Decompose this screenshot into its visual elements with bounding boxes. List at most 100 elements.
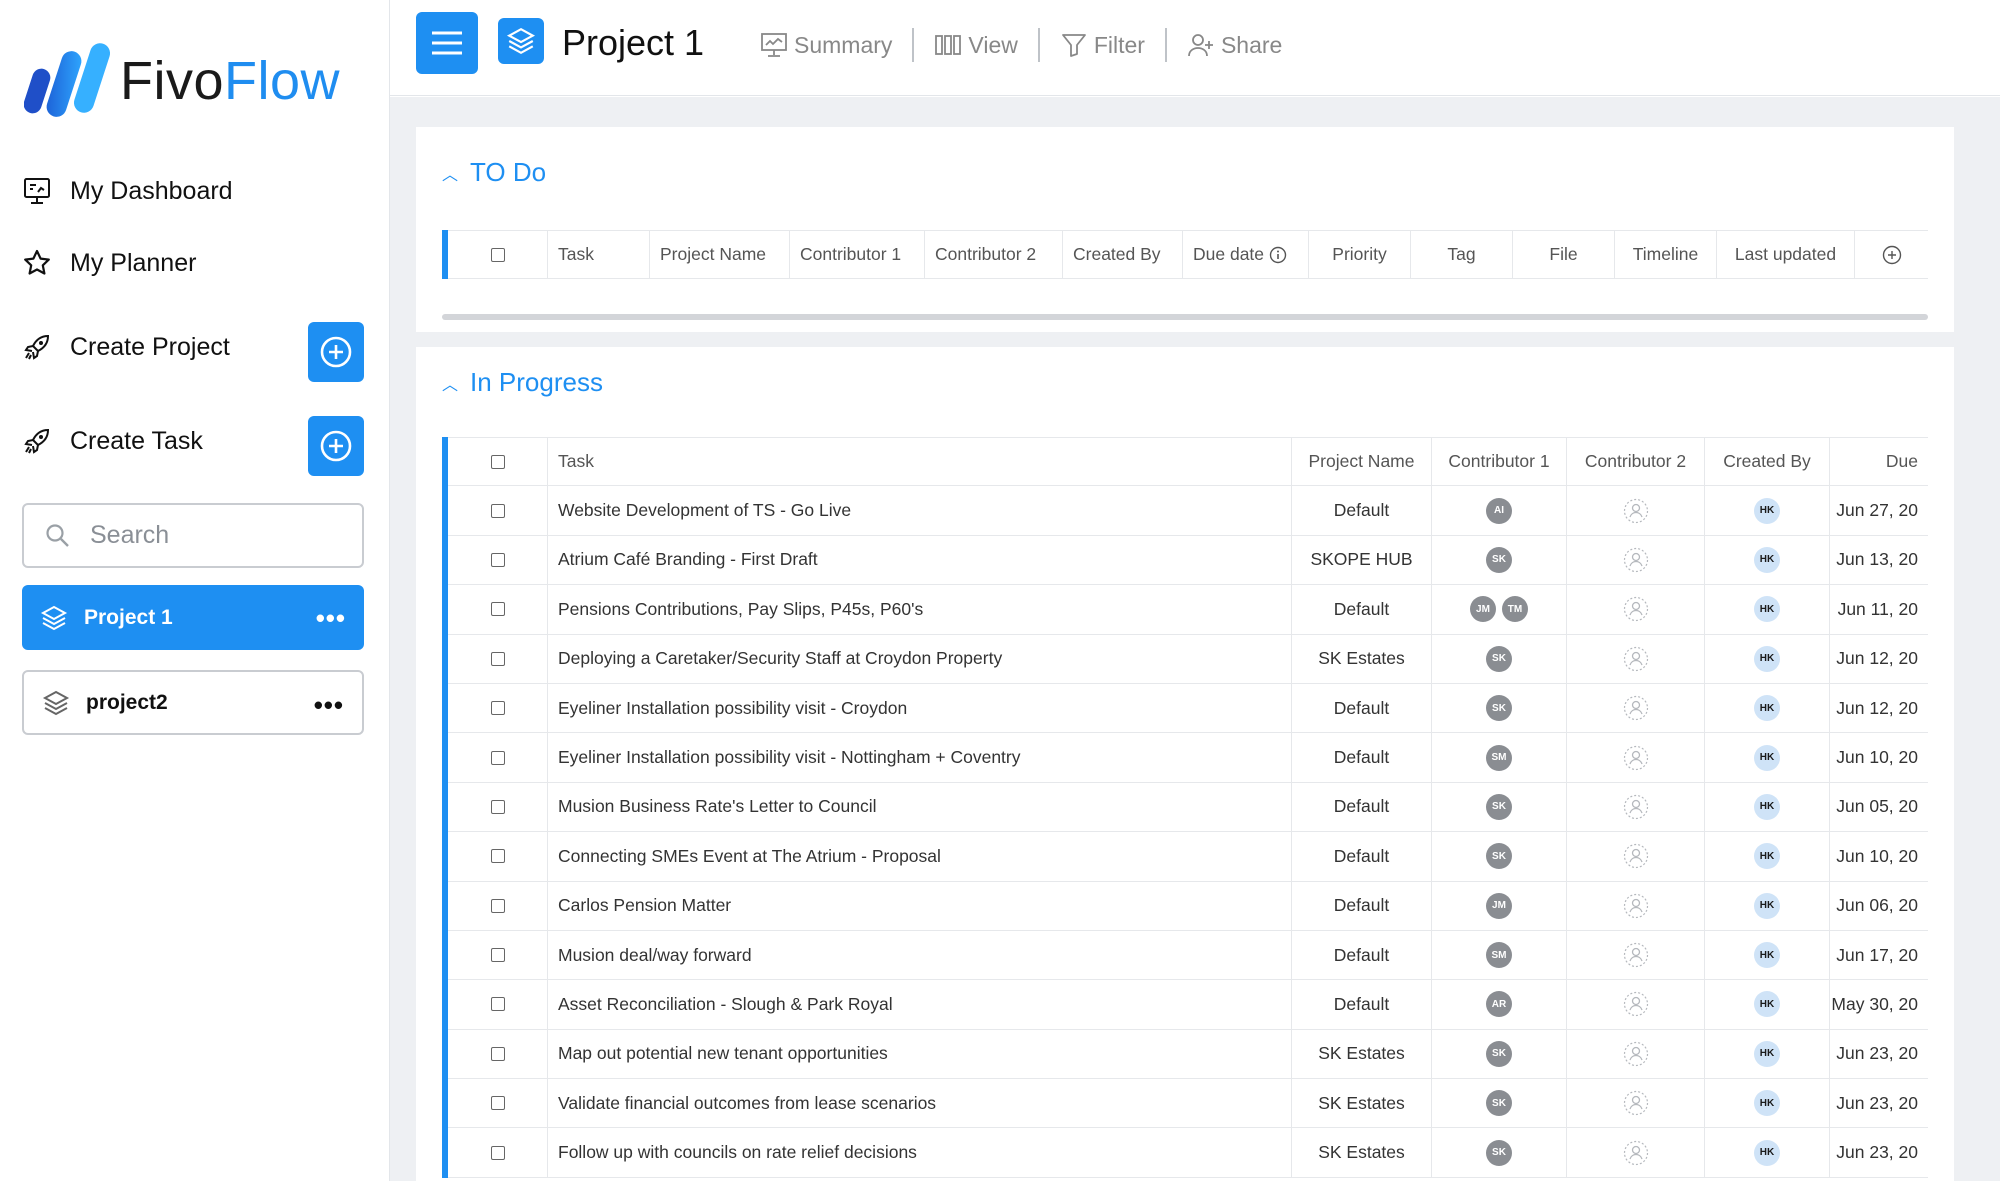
row-checkbox[interactable] bbox=[490, 799, 505, 814]
contributor-2-cell[interactable] bbox=[1567, 832, 1705, 881]
contributor-1-cell[interactable]: AI bbox=[1432, 486, 1567, 535]
contributor-avatar[interactable]: AI bbox=[1486, 497, 1512, 524]
due-date-cell[interactable]: Jun 23, 20 bbox=[1830, 1128, 1928, 1176]
table-row[interactable]: Carlos Pension Matter Default JM HK Jun 06, … bbox=[448, 881, 1928, 931]
table-row[interactable]: Eyeliner Installation possibility visit … bbox=[448, 733, 1928, 783]
summary-button[interactable]: Summary bbox=[740, 28, 915, 62]
more-options-icon[interactable]: ••• bbox=[314, 690, 344, 721]
task-name-cell[interactable]: Eyeliner Installation possibility visit … bbox=[548, 733, 1292, 782]
table-row[interactable]: Musion deal/way forward Default SM HK Jun 17… bbox=[448, 930, 1928, 981]
table-row[interactable]: Map out potential new tenant opportuniti… bbox=[448, 1029, 1928, 1080]
contributor-1-cell[interactable]: SK bbox=[1432, 535, 1567, 585]
contributor-avatar[interactable]: SK bbox=[1486, 843, 1512, 870]
todo-section-header[interactable]: ︿ TO Do bbox=[442, 157, 546, 188]
more-options-icon[interactable]: ••• bbox=[316, 603, 346, 634]
fivoflow-logo[interactable]: FivoFlow bbox=[23, 38, 340, 124]
contributor-1-cell[interactable]: SK bbox=[1432, 1079, 1567, 1128]
contributor-avatar[interactable]: SM bbox=[1486, 744, 1512, 771]
table-row[interactable]: Eyeliner Installation possibility visit … bbox=[448, 683, 1928, 734]
contributor-2-cell[interactable] bbox=[1567, 486, 1705, 535]
unassigned-user-icon[interactable] bbox=[1623, 843, 1649, 869]
select-all-checkbox[interactable] bbox=[490, 454, 505, 469]
task-name-cell[interactable]: Musion deal/way forward bbox=[548, 930, 1292, 980]
row-checkbox[interactable] bbox=[490, 552, 505, 567]
column-header-contributor-1[interactable]: Contributor 1 bbox=[1432, 438, 1567, 486]
filter-button[interactable]: Filter bbox=[1040, 28, 1167, 62]
table-row[interactable]: Follow up with councils on rate relief d… bbox=[448, 1128, 1928, 1178]
row-checkbox[interactable] bbox=[490, 1145, 505, 1160]
contributor-1-cell[interactable]: JM bbox=[1432, 881, 1567, 930]
contributor-1-cell[interactable]: SK bbox=[1432, 1128, 1567, 1177]
row-checkbox[interactable] bbox=[490, 503, 505, 518]
task-name-cell[interactable]: Validate financial outcomes from lease s… bbox=[548, 1079, 1292, 1128]
contributor-avatar[interactable]: SK bbox=[1486, 645, 1512, 672]
due-date-cell[interactable]: Jun 06, 20 bbox=[1830, 882, 1928, 930]
row-checkbox[interactable] bbox=[490, 849, 505, 864]
row-checkbox[interactable] bbox=[490, 898, 505, 913]
due-date-cell[interactable]: Jun 23, 20 bbox=[1830, 1030, 1928, 1078]
contributor-2-cell[interactable] bbox=[1567, 980, 1705, 1029]
menu-button[interactable] bbox=[416, 12, 478, 74]
due-date-cell[interactable]: May 30, 20 bbox=[1830, 980, 1928, 1028]
due-date-cell[interactable]: Jun 13, 20 bbox=[1830, 536, 1928, 584]
task-name-cell[interactable]: Deploying a Caretaker/Security Staff at … bbox=[548, 634, 1292, 683]
column-header-created-by[interactable]: Created By bbox=[1705, 438, 1830, 486]
unassigned-user-icon[interactable] bbox=[1623, 942, 1649, 968]
table-row[interactable]: Musion Business Rate's Letter to Council… bbox=[448, 782, 1928, 833]
table-row[interactable]: Connecting SMEs Event at The Atrium - Pr… bbox=[448, 832, 1928, 882]
contributor-avatar[interactable]: SK bbox=[1486, 546, 1512, 573]
column-header-contributor-2[interactable]: Contributor 2 bbox=[1567, 438, 1705, 486]
row-checkbox[interactable] bbox=[490, 701, 505, 716]
contributor-avatar[interactable]: JM bbox=[1486, 892, 1512, 919]
search-box[interactable] bbox=[22, 503, 364, 568]
column-header-created-by[interactable]: Created By bbox=[1063, 231, 1183, 279]
due-date-cell[interactable]: Jun 12, 20 bbox=[1830, 684, 1928, 732]
column-header-task[interactable]: Task bbox=[548, 438, 1292, 486]
row-checkbox[interactable] bbox=[490, 1046, 505, 1061]
contributor-1-cell[interactable]: JM TM bbox=[1432, 585, 1567, 634]
contributor-avatar[interactable]: SM bbox=[1486, 942, 1512, 969]
contributor-2-cell[interactable] bbox=[1567, 1128, 1705, 1177]
column-header-contributor-2[interactable]: Contributor 2 bbox=[925, 231, 1063, 279]
task-name-cell[interactable]: Follow up with councils on rate relief d… bbox=[548, 1128, 1292, 1177]
table-row[interactable]: Atrium Café Branding - First Draft SKOPE … bbox=[448, 535, 1928, 586]
nav-my-planner[interactable]: My Planner bbox=[22, 248, 196, 278]
column-header-timeline[interactable]: Timeline bbox=[1615, 231, 1717, 279]
sidebar-project-project2[interactable]: project2 ••• bbox=[22, 670, 364, 735]
table-row[interactable]: Deploying a Caretaker/Security Staff at … bbox=[448, 634, 1928, 684]
create-task-button[interactable] bbox=[308, 416, 364, 476]
task-name-cell[interactable]: Carlos Pension Matter bbox=[548, 881, 1292, 930]
nav-create-task[interactable]: Create Task bbox=[22, 426, 203, 456]
nav-my-dashboard[interactable]: My Dashboard bbox=[22, 176, 233, 206]
task-name-cell[interactable]: Website Development of TS - Go Live bbox=[548, 486, 1292, 535]
unassigned-user-icon[interactable] bbox=[1623, 547, 1649, 573]
task-name-cell[interactable]: Atrium Café Branding - First Draft bbox=[548, 535, 1292, 585]
unassigned-user-icon[interactable] bbox=[1623, 745, 1649, 771]
contributor-avatar[interactable]: AR bbox=[1486, 991, 1512, 1018]
unassigned-user-icon[interactable] bbox=[1623, 1041, 1649, 1067]
due-date-cell[interactable]: Jun 10, 20 bbox=[1830, 832, 1928, 880]
column-header-last-updated[interactable]: Last updated bbox=[1717, 231, 1855, 279]
contributor-1-cell[interactable]: SK bbox=[1432, 634, 1567, 683]
contributor-1-cell[interactable]: SM bbox=[1432, 930, 1567, 980]
share-button[interactable]: Share bbox=[1167, 28, 1302, 62]
task-name-cell[interactable]: Pensions Contributions, Pay Slips, P45s,… bbox=[548, 585, 1292, 634]
column-header-priority[interactable]: Priority bbox=[1309, 231, 1411, 279]
contributor-2-cell[interactable] bbox=[1567, 1079, 1705, 1128]
unassigned-user-icon[interactable] bbox=[1623, 991, 1649, 1017]
due-date-cell[interactable]: Jun 23, 20 bbox=[1830, 1079, 1928, 1127]
column-header-task[interactable]: Task bbox=[548, 231, 650, 279]
contributor-2-cell[interactable] bbox=[1567, 634, 1705, 683]
unassigned-user-icon[interactable] bbox=[1623, 1090, 1649, 1116]
task-name-cell[interactable]: Eyeliner Installation possibility visit … bbox=[548, 683, 1292, 733]
view-button[interactable]: View bbox=[914, 28, 1040, 62]
due-date-cell[interactable]: Jun 17, 20 bbox=[1830, 931, 1928, 979]
search-input[interactable] bbox=[90, 521, 330, 550]
contributor-2-cell[interactable] bbox=[1567, 782, 1705, 832]
add-column-icon[interactable] bbox=[1882, 245, 1902, 265]
contributor-1-cell[interactable]: SK bbox=[1432, 683, 1567, 733]
row-checkbox[interactable] bbox=[490, 997, 505, 1012]
due-date-cell[interactable]: Jun 10, 20 bbox=[1830, 733, 1928, 781]
unassigned-user-icon[interactable] bbox=[1623, 498, 1649, 524]
table-row[interactable]: Pensions Contributions, Pay Slips, P45s,… bbox=[448, 585, 1928, 635]
